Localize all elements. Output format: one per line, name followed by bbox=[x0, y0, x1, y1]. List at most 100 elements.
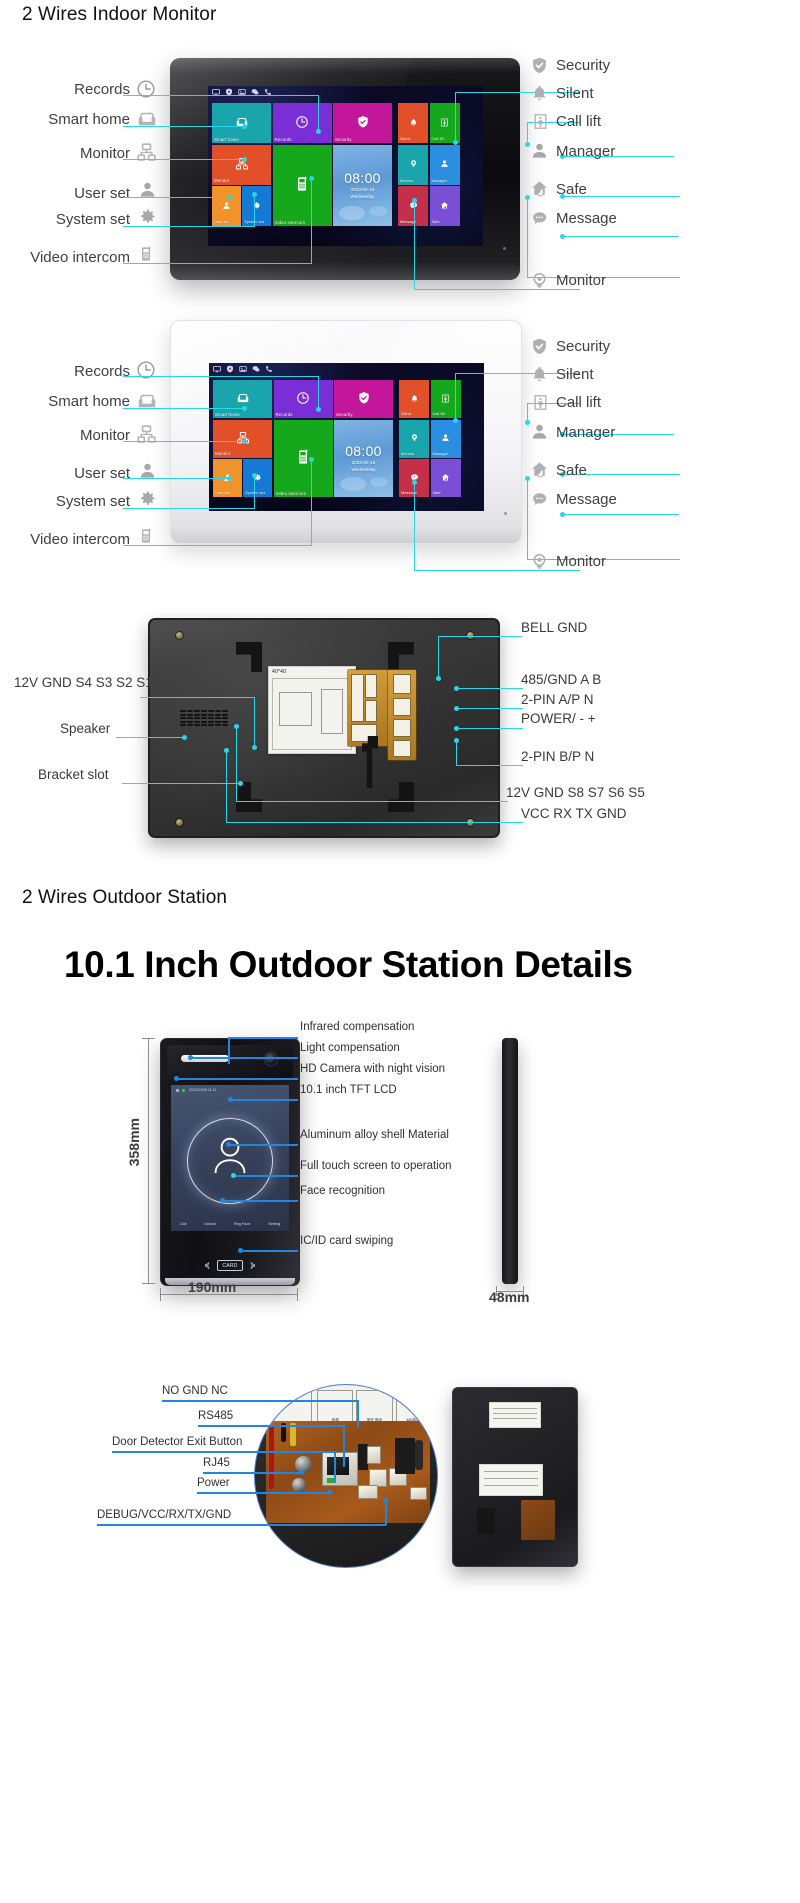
tile-side-monitor[interactable]: Monitor bbox=[398, 144, 428, 185]
tile-clock-weather[interactable]: 08:00 2023-02-15 Wednesday bbox=[334, 419, 393, 497]
label-security: Security bbox=[556, 57, 611, 74]
bell-icon bbox=[533, 86, 546, 101]
label-rj45: RJ45 bbox=[203, 1457, 230, 1469]
tile-label: Smart home bbox=[214, 136, 239, 142]
wire-yellow bbox=[290, 1423, 297, 1446]
tile-records[interactable]: Records bbox=[273, 380, 333, 418]
leader-dot bbox=[231, 1173, 236, 1178]
label-silent: Silent bbox=[556, 85, 594, 102]
tile-clock-weather[interactable]: 08:00 2023-02-15 Wednesday bbox=[333, 144, 392, 226]
rear-component bbox=[477, 1508, 495, 1534]
resistor bbox=[414, 1439, 423, 1470]
leader-line bbox=[562, 236, 679, 238]
tile-system-set[interactable]: System set bbox=[242, 186, 271, 226]
status-bar bbox=[213, 365, 273, 373]
paper-cell-power: 电源 bbox=[317, 1390, 354, 1424]
clock-time: 08:00 bbox=[344, 169, 381, 186]
tile-label: User set bbox=[214, 220, 229, 225]
tile-label: Security bbox=[336, 411, 353, 417]
label-safe: Safe bbox=[556, 181, 587, 198]
tile-label: Smart home bbox=[215, 411, 240, 417]
nav-reg-face[interactable]: Reg Face bbox=[234, 1222, 250, 1226]
tile-video-intercom[interactable]: Video intercom bbox=[272, 144, 332, 226]
rj45-opening bbox=[326, 1456, 349, 1475]
leader-dot bbox=[242, 439, 247, 444]
tile-records[interactable]: Records bbox=[272, 103, 332, 143]
tile-user-set[interactable]: User set bbox=[212, 186, 241, 226]
leader-dot bbox=[412, 480, 417, 485]
leader-line bbox=[226, 822, 523, 824]
tile-side-monitor[interactable]: Monitor bbox=[399, 419, 429, 458]
leader-dot bbox=[227, 476, 232, 481]
label-monitor-right: Monitor bbox=[556, 272, 607, 289]
dimension-height: 358mm bbox=[126, 1118, 142, 1167]
tile-label: Monitor bbox=[214, 178, 230, 184]
leader-line bbox=[455, 373, 457, 420]
nav-unlock[interactable]: Unlock bbox=[204, 1222, 216, 1226]
label-485-gnd-ab: 485/GND A B bbox=[521, 672, 602, 687]
tile-smart-home[interactable]: Smart home bbox=[213, 380, 272, 418]
leader-line bbox=[123, 545, 312, 547]
label-manager-2: Manager bbox=[556, 424, 616, 441]
tile-silent[interactable]: Silent bbox=[398, 103, 428, 143]
leader-dot bbox=[383, 1498, 388, 1503]
label-monitor-2: Monitor bbox=[79, 427, 130, 444]
connector-cluster-left bbox=[348, 670, 390, 746]
leader-line bbox=[190, 1057, 298, 1059]
leader-line bbox=[414, 289, 580, 291]
nav-call[interactable]: Call bbox=[180, 1222, 187, 1226]
tile-security[interactable]: Security bbox=[334, 380, 393, 418]
connector-pin bbox=[365, 700, 377, 722]
label-safe-2: Safe bbox=[556, 462, 587, 479]
label-smart-home-2: Smart home bbox=[48, 393, 130, 410]
leader-line bbox=[97, 1524, 386, 1526]
screw-icon bbox=[176, 632, 183, 639]
tile-label: Silent bbox=[401, 412, 412, 417]
leader-line bbox=[112, 1451, 335, 1453]
leader-line bbox=[311, 459, 313, 546]
label-light-compensation: Light compensation bbox=[300, 1042, 400, 1054]
leader-line bbox=[123, 441, 244, 443]
tile-message[interactable]: Message bbox=[398, 186, 428, 226]
label-bracket-slot: Bracket slot bbox=[38, 767, 109, 782]
label-face-recognition: Face recognition bbox=[300, 1185, 386, 1197]
clock-icon bbox=[297, 392, 309, 404]
leader-line bbox=[254, 475, 256, 509]
connector-pin bbox=[365, 674, 377, 698]
connector-pin bbox=[393, 698, 411, 716]
leader-dot bbox=[309, 457, 314, 462]
tile-label: User set bbox=[215, 491, 230, 496]
tile-manager[interactable]: Manager bbox=[430, 419, 461, 458]
connector-pin bbox=[393, 674, 411, 694]
leader-line bbox=[228, 1037, 230, 1064]
tile-safe[interactable]: Safe bbox=[430, 459, 461, 497]
nav-setting[interactable]: Setting bbox=[268, 1222, 280, 1226]
leader-dot bbox=[316, 407, 321, 412]
label-video-intercom-2: Video intercom bbox=[30, 531, 130, 548]
label-call-lift-2: Call lift bbox=[556, 394, 602, 411]
leader-line bbox=[456, 765, 523, 767]
camera-icon bbox=[533, 272, 546, 288]
tile-monitor[interactable]: Monitor bbox=[212, 144, 271, 185]
tile-pair-row: User set System set bbox=[212, 186, 271, 226]
tile-system-set[interactable]: System set bbox=[243, 459, 272, 497]
tile-manager[interactable]: Manager bbox=[429, 144, 460, 185]
bell-icon bbox=[533, 367, 546, 382]
pcb-detail-circle: 电源 常开 常闭 485接口 bbox=[254, 1384, 438, 1568]
indoor-monitor-white-device: Smart home Records Security Monitor Vide… bbox=[170, 320, 522, 544]
bell-icon bbox=[410, 118, 416, 126]
card-reader-zone: CARD bbox=[161, 1260, 299, 1271]
tile-silent[interactable]: Silent bbox=[399, 380, 429, 418]
tile-safe[interactable]: Safe bbox=[429, 186, 460, 226]
tile-video-intercom[interactable]: Video intercom bbox=[273, 419, 333, 497]
label-smart-home: Smart home bbox=[48, 111, 130, 128]
leader-line bbox=[414, 482, 416, 571]
paper-cell-no-nc: 常开 常闭 bbox=[356, 1390, 393, 1424]
leader-line bbox=[123, 478, 229, 480]
leader-line bbox=[311, 178, 313, 264]
speaker-grille bbox=[180, 710, 228, 726]
tile-smart-home[interactable]: Smart home bbox=[212, 103, 271, 143]
tile-security[interactable]: Security bbox=[333, 103, 392, 143]
leader-line bbox=[455, 92, 457, 142]
outdoor-station-rear-panel bbox=[452, 1387, 578, 1567]
